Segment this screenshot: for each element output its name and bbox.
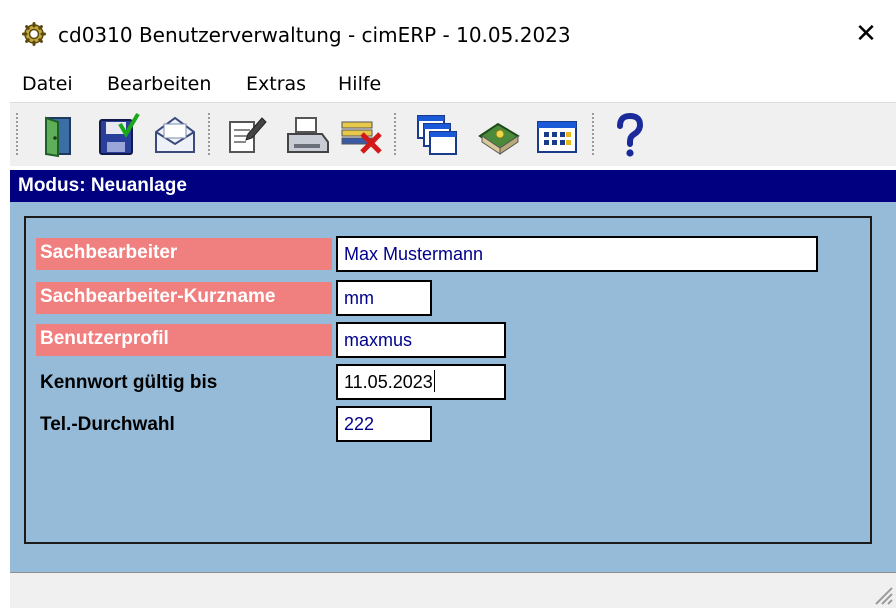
calendar-button[interactable]	[532, 109, 582, 161]
toolbar-separator	[16, 113, 21, 155]
menu-bar: Datei Bearbeiten Extras Hilfe	[0, 66, 896, 100]
print-button[interactable]	[282, 109, 332, 161]
title-bar: cd0310 Benutzerverwaltung - cimERP - 10.…	[0, 0, 896, 66]
form-frame: Sachbearbeiter Max Mustermann Sachbearbe…	[24, 216, 872, 544]
save-button[interactable]	[92, 109, 142, 161]
content-area: Sachbearbeiter Max Mustermann Sachbearbe…	[10, 202, 896, 572]
calendar-icon	[537, 121, 577, 153]
resize-grip-icon[interactable]	[870, 582, 894, 606]
window-title: cd0310 Benutzerverwaltung - cimERP - 10.…	[58, 23, 571, 47]
close-button[interactable]: ✕	[844, 14, 888, 54]
delete-button[interactable]	[336, 109, 386, 161]
windows-icon	[417, 115, 457, 155]
help-button[interactable]	[604, 109, 654, 161]
mode-text: Modus: Neuanlage	[18, 175, 187, 196]
book-icon	[478, 122, 520, 155]
label-sachbearbeiter: Sachbearbeiter	[36, 238, 332, 270]
kennwort-value: 11.05.2023	[344, 372, 433, 392]
delete-icon	[341, 121, 382, 154]
mode-bar: Modus: Neuanlage	[10, 170, 896, 202]
menu-datei[interactable]: Datei	[22, 71, 73, 97]
menu-hilfe[interactable]: Hilfe	[338, 71, 381, 97]
windows-button[interactable]	[412, 109, 462, 161]
label-kennwort: Kennwort gültig bis	[40, 372, 218, 393]
help-icon	[617, 112, 644, 157]
status-bar	[10, 572, 896, 608]
toolbar-separator	[592, 113, 597, 155]
sachbearbeiter-field[interactable]: Max Mustermann	[336, 236, 818, 272]
label-benutzerprofil: Benutzerprofil	[36, 324, 332, 356]
label-kurzname: Sachbearbeiter-Kurzname	[36, 282, 332, 314]
save-icon	[99, 112, 140, 155]
print-icon	[287, 117, 329, 153]
label-durchwahl: Tel.-Durchwahl	[40, 414, 175, 435]
toolbar	[10, 102, 896, 166]
kennwort-date-field[interactable]: 11.05.2023	[336, 364, 506, 400]
exit-door-icon	[45, 116, 71, 158]
toolbar-separator	[394, 113, 399, 155]
edit-document-button[interactable]	[220, 109, 270, 161]
toolbar-separator	[208, 113, 213, 155]
menu-bearbeiten[interactable]: Bearbeiten	[107, 71, 211, 97]
window-edge	[0, 102, 10, 608]
exit-button[interactable]	[32, 109, 82, 161]
durchwahl-field[interactable]: 222	[336, 406, 432, 442]
book-button[interactable]	[474, 109, 524, 161]
close-icon: ✕	[855, 19, 877, 49]
edit-document-icon	[229, 117, 267, 153]
kurzname-field[interactable]: mm	[336, 280, 432, 316]
benutzerprofil-field[interactable]: maxmus	[336, 322, 506, 358]
menu-extras[interactable]: Extras	[246, 71, 306, 97]
mail-button[interactable]	[150, 109, 200, 161]
text-caret	[433, 370, 435, 392]
mail-icon	[155, 116, 195, 153]
gear-icon	[22, 22, 46, 46]
